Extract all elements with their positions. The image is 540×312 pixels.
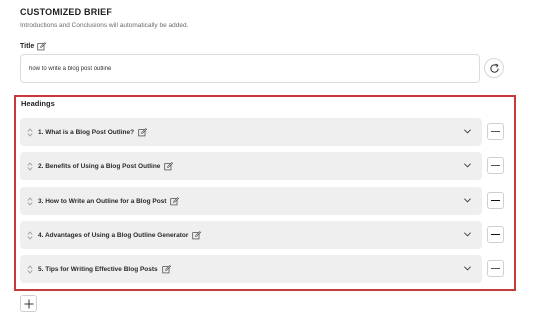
- edit-icon[interactable]: [164, 161, 174, 171]
- minus-icon: [491, 233, 500, 236]
- chevron-down-icon[interactable]: [463, 230, 472, 239]
- edit-icon[interactable]: [138, 127, 148, 137]
- chevron-down-icon[interactable]: [463, 127, 472, 136]
- title-label: Title: [20, 42, 47, 51]
- heading-row-1[interactable]: 1. What is a Blog Post Outline?: [20, 118, 482, 146]
- edit-icon[interactable]: [170, 196, 180, 206]
- heading-text: 2. Benefits of Using a Blog Post Outline: [38, 162, 161, 170]
- heading-row-2[interactable]: 2. Benefits of Using a Blog Post Outline: [20, 152, 482, 180]
- remove-heading-button[interactable]: [487, 123, 504, 140]
- title-label-text: Title: [20, 43, 35, 50]
- brief-subtitle: Introductions and Conclusions will autom…: [20, 22, 189, 29]
- drag-handle-icon[interactable]: [27, 264, 33, 274]
- minus-icon: [491, 130, 500, 133]
- refresh-button[interactable]: [484, 58, 504, 78]
- title-input[interactable]: [20, 54, 480, 83]
- drag-handle-icon[interactable]: [27, 127, 33, 137]
- heading-row-4[interactable]: 4. Advantages of Using a Blog Outline Ge…: [20, 221, 482, 249]
- minus-icon: [491, 267, 500, 270]
- edit-icon[interactable]: [37, 42, 47, 51]
- drag-handle-icon[interactable]: [27, 161, 33, 171]
- headings-label: Headings: [21, 99, 55, 108]
- heading-text: 3. How to Write an Outline for a Blog Po…: [38, 197, 167, 205]
- chevron-down-icon[interactable]: [463, 264, 472, 273]
- drag-handle-icon[interactable]: [27, 230, 33, 240]
- heading-text: 4. Advantages of Using a Blog Outline Ge…: [38, 231, 189, 239]
- drag-handle-icon[interactable]: [27, 196, 33, 206]
- edit-icon[interactable]: [192, 230, 202, 240]
- heading-row-3[interactable]: 3. How to Write an Outline for a Blog Po…: [20, 187, 482, 215]
- heading-text: 1. What is a Blog Post Outline?: [38, 128, 135, 136]
- brief-title: CUSTOMIZED BRIEF: [20, 7, 113, 17]
- heading-row-5[interactable]: 5. Tips for Writing Effective Blog Posts: [20, 255, 482, 283]
- add-heading-button[interactable]: [20, 295, 37, 312]
- heading-text: 5. Tips for Writing Effective Blog Posts: [38, 265, 158, 273]
- remove-heading-button[interactable]: [487, 157, 504, 174]
- edit-icon[interactable]: [162, 264, 171, 274]
- refresh-icon: [489, 63, 499, 73]
- remove-heading-button[interactable]: [487, 226, 504, 243]
- minus-icon: [491, 164, 500, 167]
- plus-icon: [24, 299, 33, 308]
- minus-icon: [491, 199, 500, 202]
- chevron-down-icon[interactable]: [463, 196, 472, 205]
- remove-heading-button[interactable]: [487, 260, 504, 277]
- chevron-down-icon[interactable]: [463, 161, 472, 170]
- headings-section: Headings 1. What is a Blog Post Outline?…: [14, 95, 516, 291]
- remove-heading-button[interactable]: [487, 192, 504, 209]
